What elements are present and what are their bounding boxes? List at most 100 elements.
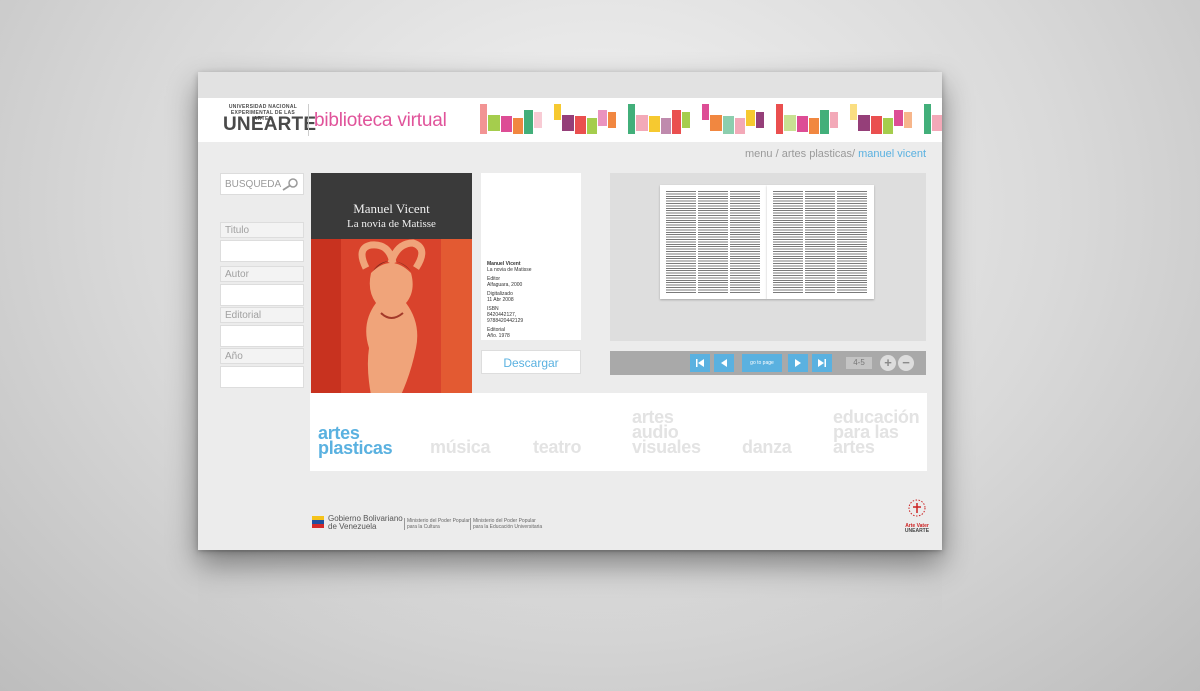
info-title: La novia de Matisse — [487, 267, 532, 273]
stripe-block — [820, 110, 829, 134]
stripe-block — [501, 116, 512, 132]
category-label: artes — [833, 437, 875, 457]
first-page-button[interactable] — [690, 354, 710, 372]
stripe-block — [797, 116, 808, 132]
download-button[interactable]: Descargar — [481, 350, 581, 374]
government-logo: Gobierno Bolivariano de Venezuela — [328, 515, 403, 531]
search-label: BUSQUEDA — [225, 179, 282, 190]
book-info-text: Manuel Vicent La novia de Matisse Editor… — [487, 261, 577, 342]
stripe-block — [672, 110, 681, 134]
stripe-block — [524, 110, 533, 134]
ministry-education-line-2: para la Educación Universitaria — [473, 524, 543, 530]
search-button[interactable]: BUSQUEDA — [220, 173, 304, 195]
magnifier-icon — [282, 178, 298, 191]
text-column — [730, 191, 760, 294]
stripe-block — [871, 116, 882, 134]
next-page-icon — [795, 359, 801, 367]
stripe-block — [575, 116, 586, 134]
text-column — [698, 191, 728, 294]
stripe-block — [562, 115, 574, 131]
category-artes-plasticas[interactable]: artes plasticas — [318, 424, 393, 458]
ministry-education-logo: Ministerio del Poder Popular para la Edu… — [470, 518, 542, 530]
author-field-label: Autor — [220, 266, 304, 282]
category-teatro[interactable]: teatro — [533, 438, 582, 456]
ministry-culture-logo: Ministerio del Poder Popular para la Cul… — [404, 518, 470, 530]
cover-author: Manuel Vicent — [353, 201, 430, 216]
author-field[interactable] — [220, 284, 304, 306]
category-label: visuales — [632, 437, 701, 457]
stripe-block — [932, 115, 942, 131]
prev-page-icon — [721, 359, 727, 367]
stripe-block — [628, 104, 635, 134]
digitalized-value: 11 Abr 2008 — [487, 297, 514, 303]
prev-page-button[interactable] — [714, 354, 734, 372]
cover-title: La novia de Matisse — [347, 218, 436, 230]
stripe-block — [735, 118, 745, 134]
stripe-block — [587, 118, 597, 134]
last-page-button[interactable] — [812, 354, 832, 372]
text-column — [666, 191, 696, 294]
zoom-out-button[interactable]: − — [898, 355, 914, 371]
first-page-icon — [696, 359, 704, 367]
stripe-block — [598, 110, 607, 126]
title-field[interactable] — [220, 240, 304, 262]
stripe-block — [608, 112, 616, 128]
year-field-label: Año — [220, 348, 304, 364]
stripe-block — [480, 104, 487, 134]
arte-logo-line-2: UNEARTE — [904, 528, 930, 534]
category-musica[interactable]: música — [430, 438, 491, 456]
app-window: UNIVERSIDAD NACIONAL EXPERIMENTAL DE LAS… — [198, 72, 942, 550]
text-column — [773, 191, 803, 294]
text-column — [837, 191, 867, 294]
stripe-block — [746, 110, 755, 126]
category-educacion[interactable]: educación para las artes — [833, 408, 920, 457]
stripe-block — [883, 118, 893, 134]
book-cover[interactable]: Manuel Vicent La novia de Matisse — [311, 173, 472, 395]
book-info-panel: Manuel Vicent La novia de Matisse Editor… — [481, 173, 581, 340]
page-number-display[interactable]: 4-5 — [846, 357, 872, 369]
stripe-block — [710, 115, 722, 131]
stripe-block — [784, 115, 796, 131]
floor-reflection — [198, 552, 942, 632]
stripe-block — [661, 118, 671, 134]
category-nav: artes plasticas música teatro artes audi… — [310, 393, 927, 471]
color-stripes-decoration — [480, 104, 942, 134]
next-page-button[interactable] — [788, 354, 808, 372]
stripe-block — [554, 104, 561, 120]
stripe-block — [850, 104, 857, 120]
breadcrumb-path[interactable]: menu / artes plasticas/ — [745, 148, 858, 160]
header-divider — [308, 104, 309, 136]
stripe-block — [756, 112, 764, 128]
stripe-block — [636, 115, 648, 131]
isbn-value-2: 9788420442129 — [487, 318, 524, 324]
category-label: plasticas — [318, 438, 393, 458]
stripe-block — [776, 104, 783, 134]
editor-value: Alfaguara, 2000 — [487, 282, 523, 288]
category-artes-audiovisuales[interactable]: artes audio visuales — [632, 408, 701, 457]
stripe-block — [682, 112, 690, 128]
top-band — [198, 72, 942, 98]
year-value: Año. 1978 — [487, 333, 510, 339]
stripe-block — [513, 118, 523, 134]
go-to-page-button[interactable]: go to page — [742, 354, 782, 372]
editorial-field[interactable] — [220, 325, 304, 347]
text-column — [805, 191, 835, 294]
arte-vater-logo-text: Arte Vater UNEARTE — [898, 524, 936, 534]
year-field[interactable] — [220, 366, 304, 388]
stripe-block — [723, 116, 734, 134]
stripe-block — [858, 115, 870, 131]
gov-line-2: de Venezuela — [328, 522, 377, 531]
ministry-culture-line-2: para la Cultura — [407, 524, 440, 530]
title-field-label: Titulo — [220, 222, 304, 238]
header: UNIVERSIDAD NACIONAL EXPERIMENTAL DE LAS… — [198, 98, 942, 142]
unearte-logo[interactable]: UNEARTE — [223, 114, 316, 136]
stripe-block — [488, 115, 500, 131]
category-danza[interactable]: danza — [742, 438, 792, 456]
breadcrumb: menu / artes plasticas/ manuel vicent — [198, 148, 926, 160]
viewer-controls: go to page 4-5 + − — [610, 351, 926, 375]
venezuela-flag-icon — [312, 516, 324, 528]
zoom-in-button[interactable]: + — [880, 355, 896, 371]
page-viewer[interactable] — [610, 173, 926, 341]
stripe-block — [702, 104, 709, 120]
stripe-block — [534, 112, 542, 128]
